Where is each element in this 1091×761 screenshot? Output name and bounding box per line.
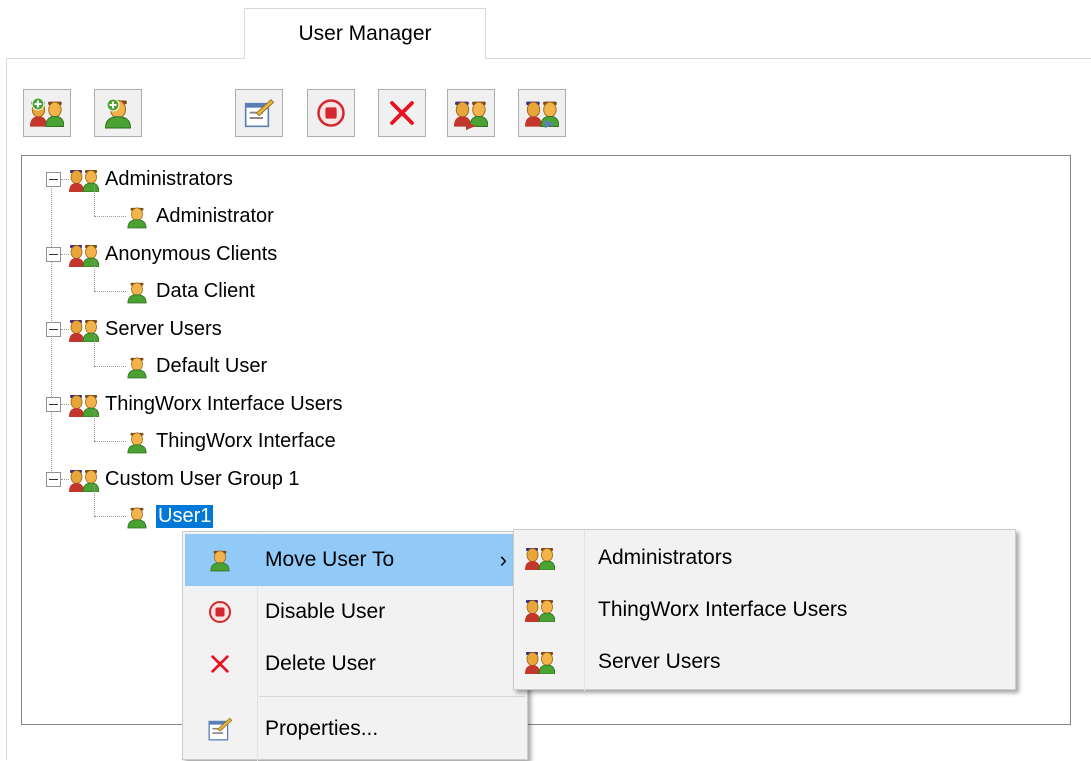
user-icon <box>209 548 231 572</box>
collapse-icon[interactable] <box>46 172 61 187</box>
tree-group-row[interactable]: ThingWorx Interface Users <box>46 386 343 423</box>
delete-icon <box>209 653 231 675</box>
user-icon <box>126 430 148 454</box>
submenu-arrow-icon: › <box>499 547 507 572</box>
export-button[interactable] <box>518 89 566 137</box>
submenu-item-label: Administrators <box>598 546 733 569</box>
group-label: Server Users <box>105 318 222 340</box>
user-icon <box>126 355 148 379</box>
tree-group-row[interactable]: Server Users <box>46 311 222 348</box>
properties-button[interactable] <box>235 89 283 137</box>
user-icon <box>126 205 148 229</box>
group-icon <box>525 598 555 622</box>
export-icon <box>525 96 559 128</box>
menu-item-label: Move User To <box>265 548 395 571</box>
tree-user-row[interactable]: Data Client <box>94 260 255 310</box>
menu-item-label: Delete User <box>265 652 376 675</box>
delete-button[interactable] <box>378 89 426 137</box>
move-to-submenu: Administrators ThingWorx Interface Users… <box>513 529 1016 691</box>
new-user-group-button[interactable] <box>23 89 71 137</box>
menu-item-delete-user[interactable]: Delete User <box>185 638 525 690</box>
submenu-item-thingworx-interface-users[interactable]: ThingWorx Interface Users <box>516 584 1013 636</box>
tree-user-row-selected[interactable]: User1 <box>94 485 214 535</box>
submenu-item-label: Server Users <box>598 650 721 673</box>
collapse-icon[interactable] <box>46 397 61 412</box>
disable-icon <box>208 600 232 624</box>
user-icon <box>126 280 148 304</box>
group-label: Administrators <box>105 168 233 190</box>
submenu-item-administrators[interactable]: Administrators <box>516 532 1013 584</box>
menu-item-label: Disable User <box>265 600 386 623</box>
new-group-icon <box>30 97 64 130</box>
submenu-item-server-users[interactable]: Server Users <box>516 636 1013 688</box>
menu-item-disable-user[interactable]: Disable User <box>185 586 525 638</box>
group-label: Custom User Group 1 <box>105 468 300 490</box>
menu-item-move-user-to[interactable]: Move User To › <box>185 534 525 586</box>
group-icon <box>525 650 555 674</box>
tree-group-row[interactable]: Administrators <box>46 161 233 198</box>
tree-user-row[interactable]: Administrator <box>94 185 274 235</box>
submenu-item-label: ThingWorx Interface Users <box>598 598 848 621</box>
menu-item-label: Properties... <box>265 717 379 740</box>
disable-button[interactable] <box>307 89 355 137</box>
collapse-icon[interactable] <box>46 322 61 337</box>
user-label: ThingWorx Interface <box>156 430 336 452</box>
tree-group-row[interactable]: Anonymous Clients <box>46 236 277 273</box>
collapse-icon[interactable] <box>46 472 61 487</box>
user-label: Data Client <box>156 280 255 302</box>
import-icon <box>454 96 488 130</box>
disable-icon <box>316 98 346 128</box>
import-button[interactable] <box>447 89 495 137</box>
tab-user-manager[interactable]: User Manager <box>244 8 486 59</box>
menu-item-properties[interactable]: Properties... <box>185 703 525 755</box>
user-label: Administrator <box>156 205 274 227</box>
user-label: Default User <box>156 355 268 377</box>
tree-user-row[interactable]: ThingWorx Interface <box>94 410 336 460</box>
tree-group-row[interactable]: Custom User Group 1 <box>46 461 300 498</box>
menu-separator <box>259 696 525 697</box>
properties-icon <box>207 716 233 742</box>
user-label-selected: User1 <box>156 505 214 528</box>
properties-icon <box>243 97 275 129</box>
tab-label: User Manager <box>298 22 432 45</box>
group-icon <box>525 546 555 570</box>
new-user-icon <box>103 98 133 129</box>
delete-icon <box>387 98 417 128</box>
collapse-icon[interactable] <box>46 247 61 262</box>
user-icon <box>126 505 148 529</box>
tree-user-row[interactable]: Default User <box>94 335 268 385</box>
context-menu: Move User To › Disable User Delete User … <box>182 531 528 761</box>
group-label: Anonymous Clients <box>105 243 278 265</box>
new-user-button[interactable] <box>94 89 142 137</box>
group-label: ThingWorx Interface Users <box>105 393 343 415</box>
